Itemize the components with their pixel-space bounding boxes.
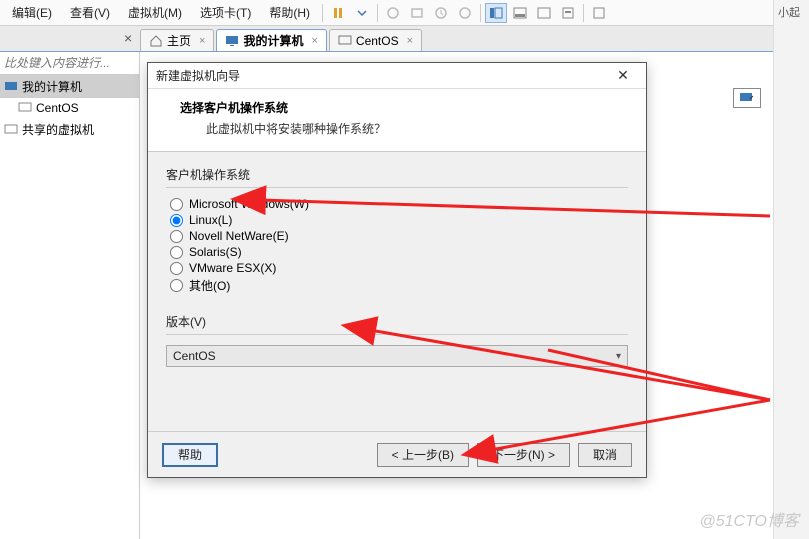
cancel-button[interactable]: 取消 <box>578 443 632 467</box>
tab-home[interactable]: 主页 × <box>140 29 214 51</box>
radio-solaris-label[interactable]: Solaris(S) <box>189 245 242 259</box>
tab-label: 主页 <box>167 32 191 49</box>
next-button[interactable]: 下一步(N) > <box>477 443 570 467</box>
close-icon[interactable]: ✕ <box>608 66 638 86</box>
monitor-icon <box>739 92 755 104</box>
menu-vm[interactable]: 虚拟机(M) <box>120 1 190 24</box>
sidebar-item-centos[interactable]: CentOS <box>0 98 139 118</box>
tab-close-icon[interactable]: × <box>407 35 413 47</box>
search-input[interactable] <box>4 56 135 70</box>
os-group-label: 客户机操作系统 <box>166 166 628 183</box>
unity-icon[interactable] <box>557 3 579 23</box>
radio-other[interactable] <box>170 279 183 292</box>
radio-windows-label[interactable]: Microsoft Windows(W) <box>189 197 309 211</box>
version-label: 版本(V) <box>166 313 628 330</box>
watermark: @51CTO博客 <box>699 507 799 531</box>
new-vm-wizard-dialog: 新建虚拟机向导 ✕ 选择客户机操作系统 此虚拟机中将安装哪种操作系统？ 客户机操… <box>147 62 647 478</box>
radio-solaris[interactable] <box>170 246 183 259</box>
dropdown-icon[interactable] <box>351 3 373 23</box>
os-radio-group: Microsoft Windows(W) Linux(L) Novell Net… <box>166 187 628 307</box>
home-icon <box>149 34 163 48</box>
panel-close-icon[interactable]: × <box>124 30 132 46</box>
menu-bar: 编辑(E) 查看(V) 虚拟机(M) 选项卡(T) 帮助(H) <box>0 0 809 26</box>
header-title: 选择客户机操作系统 <box>180 99 632 116</box>
dialog-title: 新建虚拟机向导 <box>156 67 240 84</box>
library-icon[interactable] <box>588 3 610 23</box>
vm-icon <box>338 34 352 48</box>
tab-label: CentOS <box>356 34 399 48</box>
right-panel-label: 小起 <box>774 0 809 24</box>
version-value: CentOS <box>173 349 216 363</box>
sidebar-item-mycomputer[interactable]: 我的计算机 <box>0 75 139 98</box>
fullscreen-icon[interactable] <box>533 3 555 23</box>
radio-esx-label[interactable]: VMware ESX(X) <box>189 261 276 275</box>
screenshot-icon[interactable] <box>406 3 428 23</box>
menu-view[interactable]: 查看(V) <box>62 1 118 24</box>
tab-mycomputer[interactable]: 我的计算机 × <box>216 29 326 51</box>
snapshot-icon[interactable] <box>382 3 404 23</box>
radio-windows[interactable] <box>170 198 183 211</box>
monitor-icon <box>225 34 239 48</box>
menu-edit[interactable]: 编辑(E) <box>4 1 60 24</box>
radio-linux-label[interactable]: Linux(L) <box>189 213 232 227</box>
thumbnail-icon[interactable] <box>509 3 531 23</box>
tab-close-icon[interactable]: × <box>311 35 317 47</box>
revert-icon[interactable] <box>454 3 476 23</box>
chevron-down-icon: ▾ <box>616 351 621 362</box>
radio-novell[interactable] <box>170 230 183 243</box>
radio-other-label[interactable]: 其他(O) <box>189 277 230 294</box>
header-subtitle: 此虚拟机中将安装哪种操作系统？ <box>206 120 632 137</box>
tab-centos[interactable]: CentOS × <box>329 29 422 51</box>
search-box[interactable] <box>0 52 139 75</box>
sidebar-toggle-icon[interactable] <box>485 3 507 23</box>
pause-icon[interactable] <box>327 3 349 23</box>
back-button[interactable]: < 上一步(B) <box>377 443 469 467</box>
help-button[interactable]: 帮助 <box>162 443 218 467</box>
right-panel: 小起 <box>773 0 809 539</box>
library-sidebar: 我的计算机 CentOS 共享的虚拟机 <box>0 52 140 539</box>
dialog-button-row: 帮助 < 上一步(B) 下一步(N) > 取消 <box>148 431 646 477</box>
sidebar-item-label: 共享的虚拟机 <box>22 121 94 138</box>
radio-esx[interactable] <box>170 262 183 275</box>
sidebar-item-shared[interactable]: 共享的虚拟机 <box>0 118 139 141</box>
tab-close-icon[interactable]: × <box>199 35 205 47</box>
dialog-body: 客户机操作系统 Microsoft Windows(W) Linux(L) No… <box>148 152 646 452</box>
toolbar-power-group <box>327 3 373 23</box>
view-mode-button[interactable] <box>733 88 761 108</box>
radio-novell-label[interactable]: Novell NetWare(E) <box>189 229 289 243</box>
shared-icon <box>4 123 18 137</box>
sidebar-item-label: 我的计算机 <box>22 78 82 95</box>
dialog-titlebar: 新建虚拟机向导 ✕ <box>148 63 646 89</box>
monitor-icon <box>4 80 18 94</box>
dialog-header: 选择客户机操作系统 此虚拟机中将安装哪种操作系统？ <box>148 89 646 152</box>
menu-tabs[interactable]: 选项卡(T) <box>192 1 259 24</box>
vm-icon <box>18 101 32 115</box>
document-tabs: × 主页 × 我的计算机 × CentOS × <box>0 26 809 52</box>
tab-label: 我的计算机 <box>243 32 303 49</box>
menu-help[interactable]: 帮助(H) <box>261 1 318 24</box>
version-combobox[interactable]: CentOS ▾ <box>166 345 628 367</box>
sidebar-item-label: CentOS <box>36 101 79 115</box>
radio-linux[interactable] <box>170 214 183 227</box>
clock-icon[interactable] <box>430 3 452 23</box>
